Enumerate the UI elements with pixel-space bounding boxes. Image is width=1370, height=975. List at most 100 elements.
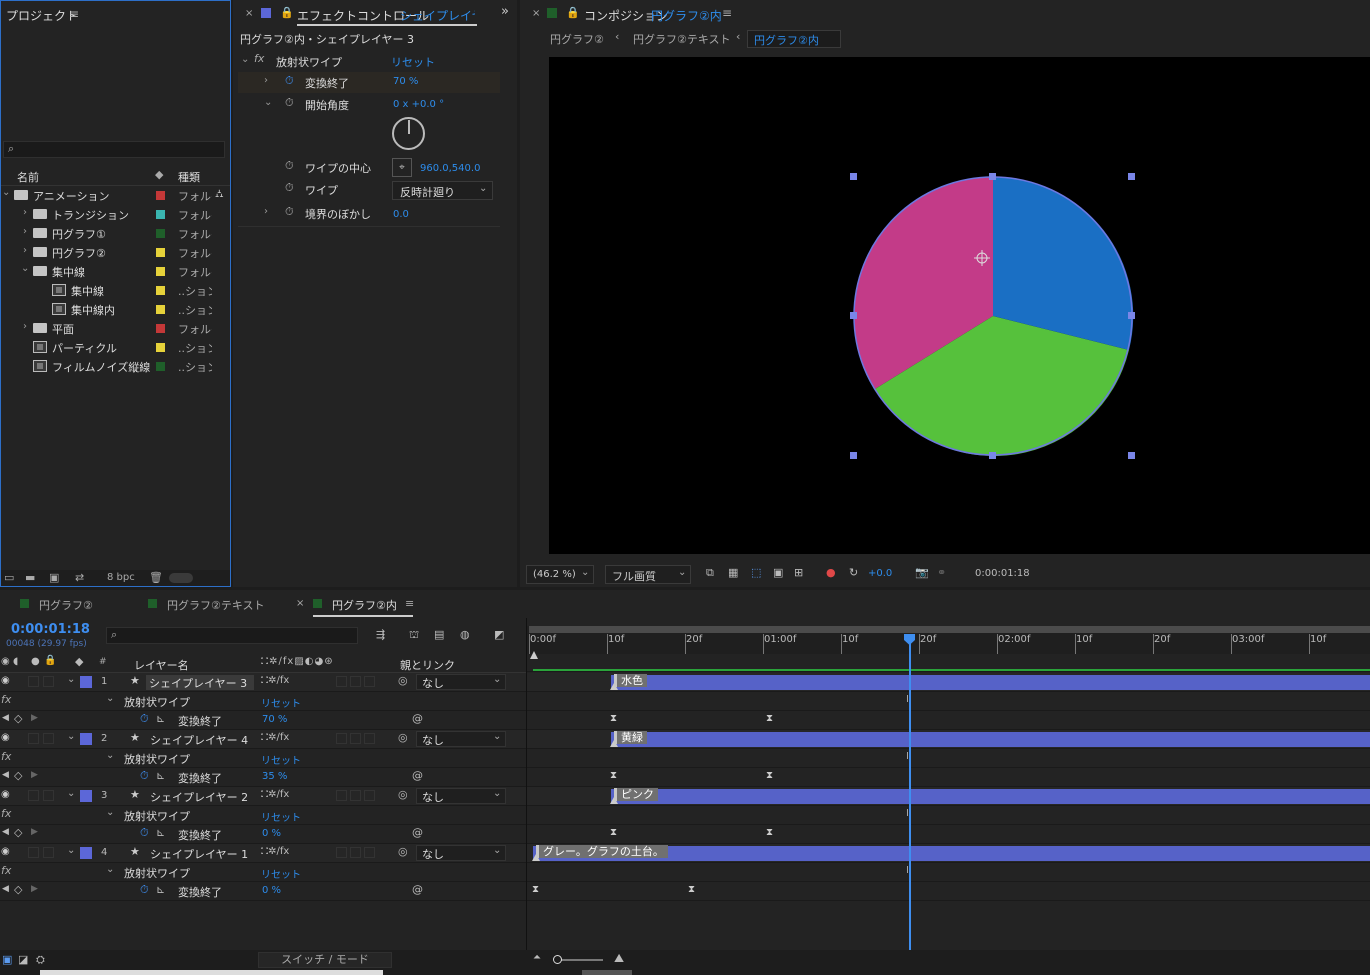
label-color[interactable] <box>156 286 165 295</box>
eye-icon[interactable]: ◉ <box>1 846 10 857</box>
new-comp-icon[interactable]: ▣ <box>49 571 59 584</box>
layer-switches-icon[interactable]: ▣ <box>2 953 12 966</box>
effect-reset[interactable]: リセット <box>391 54 435 70</box>
label-icon[interactable]: ◆ <box>75 655 83 668</box>
reset-exposure-icon[interactable]: ↻ <box>849 566 858 579</box>
property-row[interactable]: ◀ ◇ ▶ ⏱ ⊾ 変換終了 35 % @ <box>0 768 526 787</box>
breadcrumb-item[interactable]: 円グラフ② <box>550 31 604 47</box>
graph-icon[interactable]: ⊾ <box>156 883 165 896</box>
time-ruler[interactable]: 0:00f 10f 20f 01:00f 10f 20f 02:00f 10f 20f 03:00… <box>527 626 1370 654</box>
effect-row[interactable]: fx ⌄ 放射状ワイプ リセット <box>0 749 526 768</box>
bbox-handle[interactable] <box>850 173 857 180</box>
keyframe-icon[interactable]: ⧗ <box>610 827 617 838</box>
effect-reset[interactable]: リセット <box>261 866 301 881</box>
chevron-right-icon[interactable]: › <box>23 321 27 332</box>
transfer-controls-icon[interactable]: ◪ <box>18 953 28 966</box>
chevron-down-icon[interactable]: ⌄ <box>67 674 75 685</box>
bbox-handle[interactable] <box>850 312 857 319</box>
layer-duration-bar[interactable] <box>611 732 1370 747</box>
draft-3d-icon[interactable]: ⛫ <box>409 628 419 643</box>
layer-switch-box[interactable] <box>350 790 361 801</box>
layer-switch-box[interactable] <box>336 790 347 801</box>
trash-icon[interactable]: 🗑 <box>149 571 163 584</box>
property-row[interactable]: ◀ ◇ ▶ ⏱ ⊾ 変換終了 70 % @ <box>0 711 526 730</box>
solo-icon[interactable] <box>43 790 54 801</box>
zoom-slider[interactable] <box>553 955 603 964</box>
expression-whip-icon[interactable]: @ <box>412 712 423 725</box>
effect-row[interactable]: fx ⌄ 放射状ワイプ リセット <box>0 863 526 882</box>
close-icon[interactable]: × <box>296 598 304 609</box>
layer-switch-box[interactable] <box>364 847 375 858</box>
keyframe-icon[interactable]: ⧗ <box>766 770 773 781</box>
property-value[interactable]: 0 % <box>262 828 281 839</box>
fast-preview-icon[interactable]: ⧉ <box>706 566 714 580</box>
audio-icon[interactable] <box>28 733 39 744</box>
layer-label-color[interactable] <box>80 676 92 688</box>
label-color[interactable] <box>156 324 165 333</box>
layer-switches[interactable]: ⛚✲∕fx <box>261 675 289 686</box>
layer-name[interactable]: シェイプレイヤー 4 <box>146 732 254 747</box>
transparency-grid-icon[interactable]: ▦ <box>728 566 738 579</box>
audio-icon[interactable] <box>28 676 39 687</box>
expression-whip-icon[interactable]: @ <box>412 769 423 782</box>
prev-keyframe-icon[interactable]: ◀ <box>2 827 9 837</box>
layer-duration-bar[interactable] <box>611 789 1370 804</box>
layer-switch-box[interactable] <box>350 733 361 744</box>
property-value[interactable]: 70 % <box>262 714 287 725</box>
search-input[interactable]: ⌕ <box>3 141 225 158</box>
stopwatch-icon[interactable]: ⏱ <box>285 205 294 219</box>
col-parent[interactable]: 親とリンク <box>400 657 455 673</box>
frame-blending-icon[interactable]: ◍ <box>460 628 470 641</box>
stopwatch-icon[interactable]: ⏱ <box>140 826 149 840</box>
layer-row[interactable]: ◉ ⌄ 1 ★ シェイプレイヤー 3 ⛚✲∕fx ◎ なし ⌄ <box>0 673 526 692</box>
snapshot-icon[interactable]: 📷 <box>915 566 929 579</box>
chevron-down-icon[interactable]: ⌄ <box>106 750 114 761</box>
layer-switch-box[interactable] <box>350 676 361 687</box>
layer-track[interactable]: 水色 <box>527 673 1370 692</box>
add-keyframe-icon[interactable]: ◇ <box>14 826 22 839</box>
chevron-right-icon[interactable]: › <box>23 245 27 256</box>
layer-name[interactable]: シェイプレイヤー 2 <box>146 789 254 804</box>
comp-timecode[interactable]: 0:00:01:18 <box>975 568 1030 579</box>
prev-keyframe-icon[interactable]: ◀ <box>2 770 9 780</box>
pie-chart[interactable] <box>549 57 1370 554</box>
new-folder-icon[interactable]: ▬ <box>25 571 35 584</box>
timeline-search-input[interactable]: ⌕ <box>106 627 358 644</box>
pick-whip-icon[interactable]: ◎ <box>398 845 408 858</box>
solo-icon[interactable] <box>43 733 54 744</box>
add-keyframe-icon[interactable]: ◇ <box>14 769 22 782</box>
expression-whip-icon[interactable]: @ <box>412 826 423 839</box>
timeline-timecode[interactable]: 0:00:01:18 <box>11 622 90 637</box>
mask-path-icon[interactable]: ⬚ <box>751 566 761 579</box>
menu-icon[interactable]: ≡ <box>69 7 79 21</box>
next-keyframe-icon[interactable]: ▶ <box>31 827 38 837</box>
property-value[interactable]: 0 % <box>262 885 281 896</box>
exposure-value[interactable]: +0.0 <box>868 568 892 579</box>
col-type[interactable]: 種類 <box>178 169 200 185</box>
bbox-handle[interactable] <box>1128 452 1135 459</box>
add-keyframe-icon[interactable]: ◇ <box>14 883 22 896</box>
property-row[interactable]: ◀ ◇ ▶ ⏱ ⊾ 変換終了 0 % @ <box>0 882 526 901</box>
project-item[interactable]: フィルムノイズ縦線 ..ション <box>1 357 230 376</box>
effect-reset[interactable]: リセット <box>261 809 301 824</box>
layer-label-color[interactable] <box>80 847 92 859</box>
effect-row[interactable]: ⌄ fx 放射状ワイプ リセット <box>238 52 500 71</box>
effect-reset[interactable]: リセット <box>261 752 301 767</box>
keyframe-icon[interactable]: ⧗ <box>532 884 539 895</box>
chevron-down-icon[interactable]: ⌄ <box>2 187 10 198</box>
layer-track[interactable]: ピンク <box>527 787 1370 806</box>
keyframe-icon[interactable]: ⧗ <box>610 713 617 724</box>
close-icon[interactable]: × <box>245 8 253 19</box>
flowchart-icon[interactable]: ⇄ <box>75 571 84 584</box>
project-item[interactable]: › 平面 フォルダ <box>1 319 230 338</box>
next-keyframe-icon[interactable]: ▶ <box>31 770 38 780</box>
label-color[interactable] <box>156 191 165 200</box>
layer-label-color[interactable] <box>80 733 92 745</box>
layer-duration-bar[interactable] <box>611 675 1370 690</box>
label-color[interactable] <box>156 267 165 276</box>
composition-mini-flowchart-icon[interactable]: ⇶ <box>376 628 385 641</box>
layer-switch-box[interactable] <box>364 790 375 801</box>
zoom-select[interactable]: (46.2 %) ⌄ <box>526 565 594 584</box>
property-row[interactable]: ◀ ◇ ▶ ⏱ ⊾ 変換終了 0 % @ <box>0 825 526 844</box>
playhead[interactable] <box>909 637 911 950</box>
